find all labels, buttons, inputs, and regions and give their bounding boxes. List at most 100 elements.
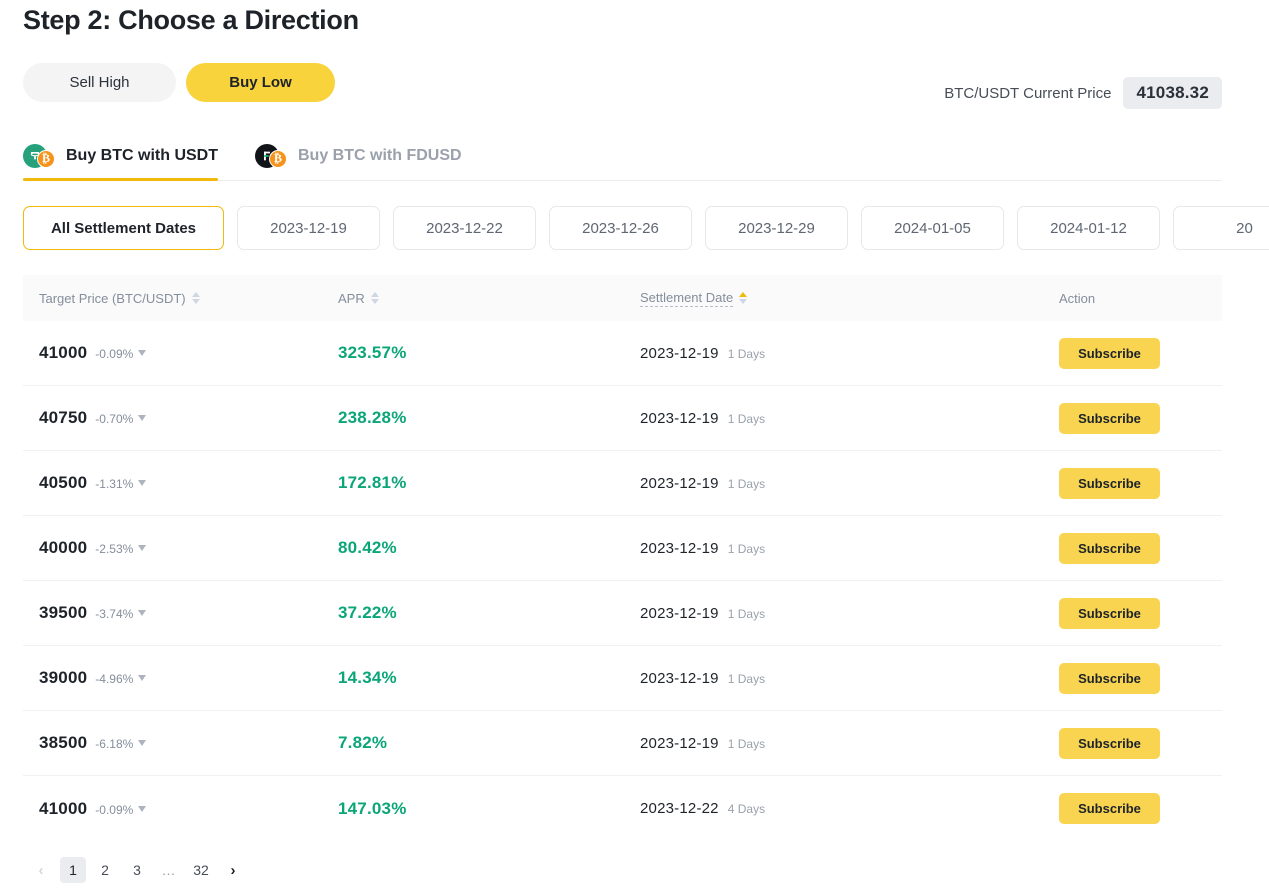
cell-action: Subscribe xyxy=(1059,597,1222,629)
usdt-btc-pair-icon: ₿ xyxy=(23,143,57,168)
target-price-value: 41000 xyxy=(39,343,88,362)
pagination-page-32[interactable]: 32 xyxy=(188,857,214,883)
caret-down-icon xyxy=(138,805,147,812)
sort-icon-target-price[interactable] xyxy=(191,292,200,304)
cell-settlement-date: 2023-12-19 1 Days xyxy=(640,475,1059,492)
pair-tab-bar: ₿ Buy BTC with USDT ₿ Buy BTC with FDUSD xyxy=(23,131,1222,181)
cell-target-price: 41000 -0.09% xyxy=(23,343,338,363)
subscribe-button[interactable]: Subscribe xyxy=(1059,662,1160,694)
column-header-action: Action xyxy=(1059,291,1222,306)
pagination-prev-button[interactable]: ‹ xyxy=(28,857,54,883)
cell-apr: 7.82% xyxy=(338,733,388,752)
settlement-days-value: 1 Days xyxy=(727,606,766,621)
settlement-date-value: 2023-12-19 xyxy=(640,344,719,362)
delta-value: -0.09% xyxy=(95,802,134,817)
cell-settlement-date: 2023-12-19 1 Days xyxy=(640,540,1059,557)
cell-apr: 323.57% xyxy=(338,343,407,362)
current-price-value: 41038.32 xyxy=(1123,77,1222,109)
subscribe-button[interactable]: Subscribe xyxy=(1059,402,1160,434)
subscribe-button[interactable]: Subscribe xyxy=(1059,532,1160,564)
column-header-settlement-date[interactable]: Settlement Date xyxy=(640,290,1059,307)
target-price-value: 39500 xyxy=(39,603,88,622)
dual-investment-step2-page: Step 2: Choose a Direction Sell High Buy… xyxy=(0,0,1269,894)
caret-down-icon xyxy=(138,350,147,356)
target-price-value: 40000 xyxy=(39,538,88,557)
settlement-days-value: 4 Days xyxy=(727,802,766,816)
caret-down-icon xyxy=(138,545,147,551)
page-title: Step 2: Choose a Direction xyxy=(23,5,359,35)
pagination-page-1[interactable]: 1 xyxy=(60,857,86,883)
cell-action: Subscribe xyxy=(1059,337,1222,369)
settlement-date-value: 2023-12-19 xyxy=(640,474,719,492)
delta-value: -2.53% xyxy=(95,542,134,556)
pagination-ellipsis: … xyxy=(161,862,177,878)
table-row: 38500 -6.18% 7.82% 2023-12-19 1 Days Sub… xyxy=(23,711,1222,776)
caret-down-icon xyxy=(138,610,147,616)
table-row: 40000 -2.53% 80.42% 2023-12-19 1 Days Su… xyxy=(23,516,1222,581)
cell-target-price: 41000 -0.09% xyxy=(23,799,338,819)
pagination-next-button[interactable]: › xyxy=(220,857,246,883)
date-chip-2023-12-26[interactable]: 2023-12-26 xyxy=(549,206,692,250)
settlement-days-value: 1 Days xyxy=(727,346,766,361)
current-price-label: BTC/USDT Current Price xyxy=(944,84,1112,102)
column-header-apr[interactable]: APR xyxy=(338,291,640,306)
cell-apr: 37.22% xyxy=(338,603,397,622)
delta-value: -3.74% xyxy=(95,607,134,621)
settlement-days-value: 1 Days xyxy=(727,411,766,426)
subscribe-button[interactable]: Subscribe xyxy=(1059,597,1160,629)
cell-action: Subscribe xyxy=(1059,532,1222,564)
pagination: ‹ 1 2 3 … 32 › xyxy=(28,857,246,883)
cell-apr: 238.28% xyxy=(338,408,407,427)
fdusd-btc-pair-icon: ₿ xyxy=(255,143,289,168)
cell-target-price: 40750 -0.70% xyxy=(23,408,338,428)
settlement-date-value: 2023-12-22 xyxy=(640,800,719,817)
target-price-delta: -4.96% xyxy=(95,672,147,686)
target-price-value: 41000 xyxy=(39,798,88,818)
settlement-date-value: 2023-12-19 xyxy=(640,539,719,557)
pagination-page-2[interactable]: 2 xyxy=(92,857,118,883)
table-row: 39000 -4.96% 14.34% 2023-12-19 1 Days Su… xyxy=(23,646,1222,711)
column-header-target-price[interactable]: Target Price (BTC/USDT) xyxy=(23,291,338,306)
cell-action: Subscribe xyxy=(1059,662,1222,694)
sort-icon-settlement-date[interactable] xyxy=(739,292,748,304)
caret-down-icon xyxy=(138,675,147,681)
tab-buy-btc-with-fdusd[interactable]: ₿ Buy BTC with FDUSD xyxy=(255,131,462,180)
table-row: 41000 -0.09% 147.03% 2023-12-22 4 Days S… xyxy=(23,776,1222,841)
date-chip-overflow[interactable]: 20 xyxy=(1173,206,1269,250)
tab-label-fdusd: Buy BTC with FDUSD xyxy=(298,146,462,164)
date-chip-2023-12-22[interactable]: 2023-12-22 xyxy=(393,206,536,250)
table-row: 39500 -3.74% 37.22% 2023-12-19 1 Days Su… xyxy=(23,581,1222,646)
target-price-delta: -2.53% xyxy=(95,542,147,556)
sort-icon-apr[interactable] xyxy=(370,292,379,304)
tab-buy-btc-with-usdt[interactable]: ₿ Buy BTC with USDT xyxy=(23,131,218,181)
cell-apr: 147.03% xyxy=(338,798,407,818)
buy-low-button[interactable]: Buy Low xyxy=(186,63,335,102)
date-chip-all-settlement-dates[interactable]: All Settlement Dates xyxy=(23,206,224,250)
cell-settlement-date: 2023-12-19 1 Days xyxy=(640,735,1059,752)
cell-action: Subscribe xyxy=(1059,727,1222,759)
target-price-value: 38500 xyxy=(39,733,88,752)
target-price-delta: -0.70% xyxy=(95,412,147,426)
bitcoin-icon: ₿ xyxy=(269,149,287,168)
sell-high-button[interactable]: Sell High xyxy=(23,63,176,102)
cell-action: Subscribe xyxy=(1059,467,1222,499)
delta-value: -4.96% xyxy=(95,672,134,686)
subscribe-button[interactable]: Subscribe xyxy=(1059,467,1160,499)
date-chip-2024-01-12[interactable]: 2024-01-12 xyxy=(1017,206,1160,250)
settlement-days-value: 1 Days xyxy=(727,671,766,686)
caret-down-icon xyxy=(138,415,147,421)
date-chip-2024-01-05[interactable]: 2024-01-05 xyxy=(861,206,1004,250)
settlement-date-value: 2023-12-19 xyxy=(640,669,719,687)
subscribe-button[interactable]: Subscribe xyxy=(1059,337,1160,369)
date-chip-2023-12-29[interactable]: 2023-12-29 xyxy=(705,206,848,250)
settlement-days-value: 1 Days xyxy=(727,541,766,556)
settlement-date-filter-bar[interactable]: All Settlement Dates 2023-12-19 2023-12-… xyxy=(23,206,1269,252)
subscribe-button[interactable]: Subscribe xyxy=(1059,793,1160,824)
date-chip-2023-12-19[interactable]: 2023-12-19 xyxy=(237,206,380,250)
target-price-delta: -1.31% xyxy=(95,477,147,491)
pagination-page-3[interactable]: 3 xyxy=(124,857,150,883)
subscribe-button[interactable]: Subscribe xyxy=(1059,727,1160,759)
direction-toggle-group: Sell High Buy Low xyxy=(23,63,335,102)
settlement-date-value: 2023-12-19 xyxy=(640,409,719,427)
cell-settlement-date: 2023-12-19 1 Days xyxy=(640,345,1059,362)
